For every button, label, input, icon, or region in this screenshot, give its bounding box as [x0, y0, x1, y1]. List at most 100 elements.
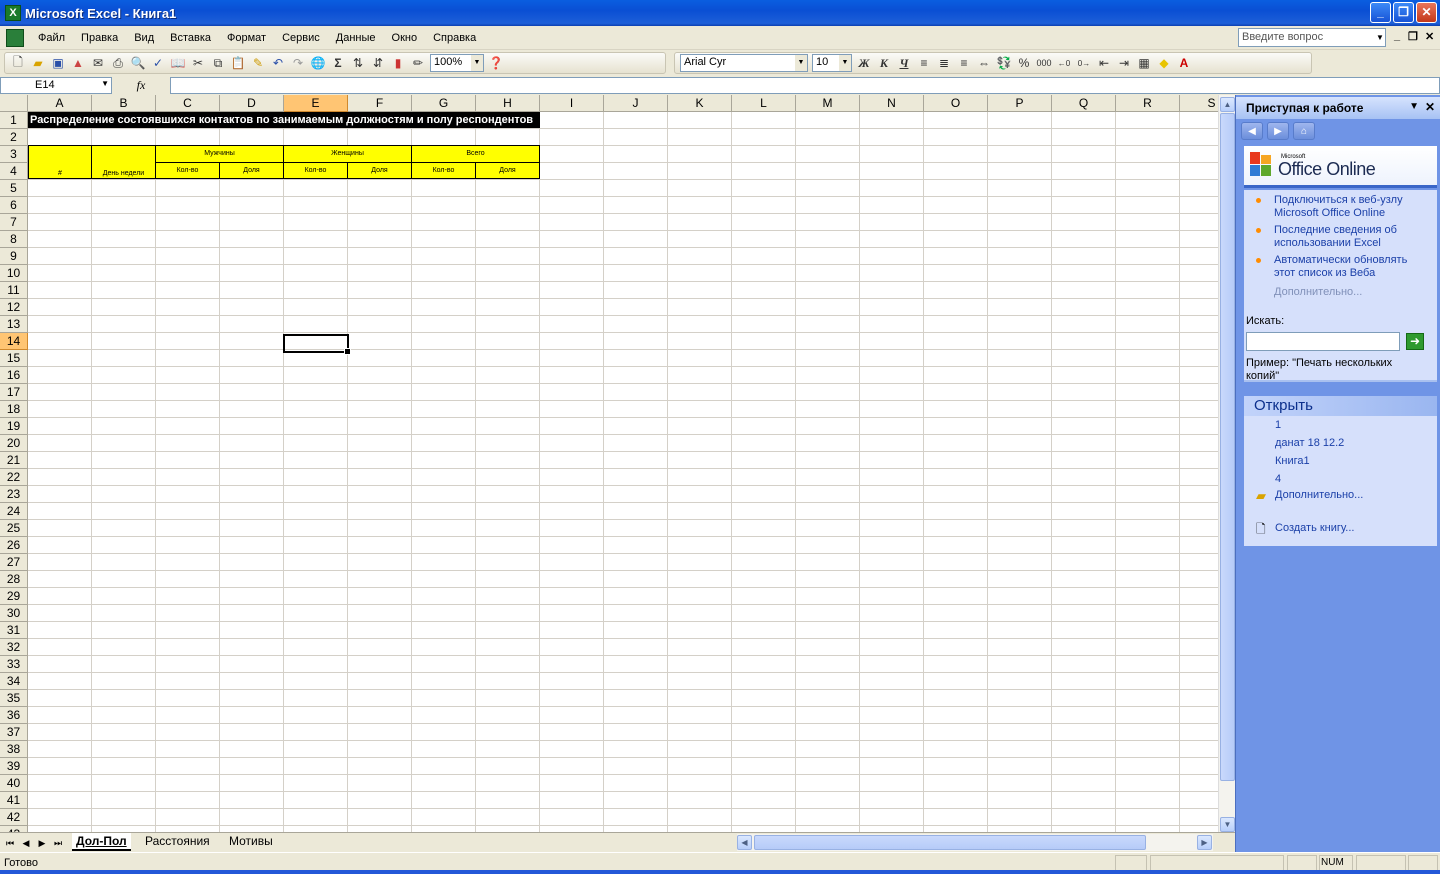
- row-header[interactable]: 6: [0, 197, 28, 214]
- column-header[interactable]: S: [1180, 95, 1218, 112]
- increase-decimal-icon[interactable]: ←0: [1054, 53, 1074, 73]
- align-left-icon[interactable]: ≡: [914, 53, 934, 73]
- row-header[interactable]: 37: [0, 724, 28, 741]
- menu-view[interactable]: Вид: [126, 27, 162, 49]
- scroll-up-icon[interactable]: ▲: [1220, 97, 1235, 112]
- column-header[interactable]: Q: [1052, 95, 1116, 112]
- row-header[interactable]: 2: [0, 129, 28, 146]
- copy-icon[interactable]: ⧉: [208, 53, 228, 73]
- font-size-select[interactable]: 10 ▼: [812, 54, 852, 72]
- header-cell-number[interactable]: #: [28, 145, 92, 179]
- percent-button[interactable]: %: [1014, 53, 1034, 73]
- column-header[interactable]: J: [604, 95, 668, 112]
- recent-file-link[interactable]: 4: [1275, 473, 1281, 485]
- link-latest-news[interactable]: Последние сведения об использовании Exce…: [1274, 224, 1424, 250]
- row-header[interactable]: 32: [0, 639, 28, 656]
- prev-sheet-icon[interactable]: ◀: [19, 836, 33, 850]
- close-icon[interactable]: ✕: [1425, 100, 1435, 114]
- menu-format[interactable]: Формат: [219, 27, 274, 49]
- column-header[interactable]: P: [988, 95, 1052, 112]
- doc-close-icon[interactable]: ✕: [1425, 30, 1434, 43]
- row-header[interactable]: 3: [0, 146, 28, 163]
- column-header[interactable]: M: [796, 95, 860, 112]
- vertical-scroll-thumb[interactable]: [1220, 113, 1235, 781]
- menu-tools[interactable]: Сервис: [274, 27, 328, 49]
- row-header[interactable]: 25: [0, 520, 28, 537]
- font-select[interactable]: Arial Cyr ▼: [680, 54, 808, 72]
- next-sheet-icon[interactable]: ▶: [35, 836, 49, 850]
- row-header[interactable]: 5: [0, 180, 28, 197]
- row-header[interactable]: 27: [0, 554, 28, 571]
- link-auto-update[interactable]: Автоматически обновлять этот список из В…: [1274, 254, 1424, 280]
- search-go-button[interactable]: ➜: [1406, 333, 1424, 350]
- row-header[interactable]: 8: [0, 231, 28, 248]
- scroll-down-icon[interactable]: ▼: [1220, 817, 1235, 832]
- first-sheet-icon[interactable]: ⏮: [3, 836, 17, 850]
- row-header[interactable]: 20: [0, 435, 28, 452]
- excel-app-icon[interactable]: X: [5, 5, 21, 21]
- undo-icon[interactable]: ↶: [268, 53, 288, 73]
- bold-button[interactable]: Ж: [854, 53, 874, 73]
- row-header[interactable]: 34: [0, 673, 28, 690]
- column-header[interactable]: K: [668, 95, 732, 112]
- link-connect-office-online[interactable]: Подключиться к веб-узлу Microsoft Office…: [1274, 194, 1424, 220]
- font-color-icon[interactable]: A: [1174, 53, 1194, 73]
- italic-button[interactable]: К: [874, 53, 894, 73]
- search-input[interactable]: [1246, 332, 1400, 351]
- chevron-down-icon[interactable]: ▼: [839, 55, 851, 71]
- doc-restore-icon[interactable]: ❐: [1408, 30, 1418, 43]
- row-header[interactable]: 41: [0, 792, 28, 809]
- decrease-indent-icon[interactable]: ⇤: [1094, 53, 1114, 73]
- email-icon[interactable]: ✉: [88, 53, 108, 73]
- row-header[interactable]: 42: [0, 809, 28, 826]
- link-more[interactable]: Дополнительно...: [1274, 286, 1424, 299]
- menu-window[interactable]: Окно: [384, 27, 426, 49]
- chart-wizard-icon[interactable]: ▮: [388, 53, 408, 73]
- row-header[interactable]: 38: [0, 741, 28, 758]
- row-header[interactable]: 4: [0, 163, 28, 180]
- horizontal-scroll-thumb[interactable]: [754, 835, 1146, 850]
- column-header[interactable]: G: [412, 95, 476, 112]
- column-header[interactable]: H: [476, 95, 540, 112]
- insert-function-icon[interactable]: fx: [112, 76, 170, 95]
- menu-file[interactable]: Файл: [30, 27, 73, 49]
- row-header[interactable]: 24: [0, 503, 28, 520]
- row-header[interactable]: 36: [0, 707, 28, 724]
- scroll-right-icon[interactable]: ▶: [1197, 835, 1212, 850]
- column-header[interactable]: F: [348, 95, 412, 112]
- ask-question-input[interactable]: Введите вопрос: [1238, 28, 1386, 47]
- row-header[interactable]: 15: [0, 350, 28, 367]
- column-header[interactable]: I: [540, 95, 604, 112]
- spreadsheet-grid[interactable]: ABCDEFGHIJKLMNOPQRS 1 2 3 4 5 6 7 8 9 10 11 12 13 14 1…: [0, 95, 1218, 832]
- redo-icon[interactable]: ↷: [288, 53, 308, 73]
- comma-style-button[interactable]: 000: [1034, 53, 1054, 73]
- row-header[interactable]: 18: [0, 401, 28, 418]
- last-sheet-icon[interactable]: ⏭: [51, 836, 65, 850]
- row-header[interactable]: 9: [0, 248, 28, 265]
- scroll-left-icon[interactable]: ◀: [737, 835, 752, 850]
- help-icon[interactable]: ❓: [486, 53, 506, 73]
- workbook-icon[interactable]: [6, 28, 24, 47]
- recent-file-link[interactable]: 1: [1275, 419, 1281, 431]
- row-header[interactable]: 23: [0, 486, 28, 503]
- forward-icon[interactable]: ▶: [1267, 122, 1289, 140]
- row-header[interactable]: 10: [0, 265, 28, 282]
- header-cell-men[interactable]: Мужчины: [155, 145, 284, 163]
- name-box[interactable]: E14 ▼: [0, 77, 112, 94]
- increase-indent-icon[interactable]: ⇥: [1114, 53, 1134, 73]
- create-workbook-link[interactable]: Создать книгу...: [1275, 522, 1354, 534]
- row-header[interactable]: 16: [0, 367, 28, 384]
- column-header[interactable]: E: [284, 95, 348, 112]
- menu-edit[interactable]: Правка: [73, 27, 126, 49]
- column-header[interactable]: B: [92, 95, 156, 112]
- format-painter-icon[interactable]: ✎: [248, 53, 268, 73]
- recent-file-link[interactable]: Книга1: [1275, 455, 1310, 467]
- header-cell-women-share[interactable]: Доля: [347, 162, 412, 179]
- row-header[interactable]: 12: [0, 299, 28, 316]
- print-preview-icon[interactable]: 🔍: [128, 53, 148, 73]
- row-header[interactable]: 1: [0, 112, 28, 129]
- open-icon[interactable]: ▰: [28, 53, 48, 73]
- column-header[interactable]: L: [732, 95, 796, 112]
- spelling-icon[interactable]: ✓: [148, 53, 168, 73]
- sort-ascending-icon[interactable]: ⇅: [348, 53, 368, 73]
